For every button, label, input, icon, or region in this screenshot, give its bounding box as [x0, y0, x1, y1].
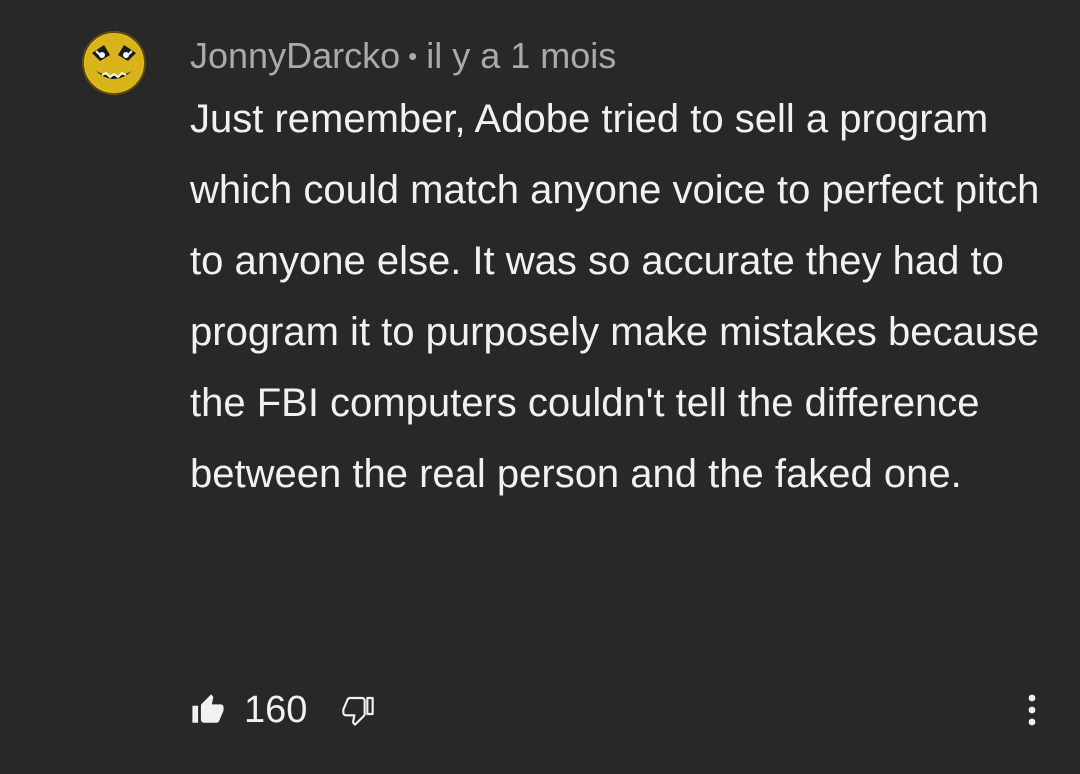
- like-count: 160: [244, 688, 308, 731]
- timestamp: il y a 1 mois: [426, 35, 617, 76]
- like-button[interactable]: 160: [190, 689, 341, 732]
- separator-dot: •: [408, 41, 418, 71]
- comment-header: JonnyDarcko • il y a 1 mois: [190, 34, 616, 78]
- avatar[interactable]: [82, 31, 146, 95]
- dislike-button[interactable]: [341, 694, 375, 726]
- comment-card: JonnyDarcko • il y a 1 mois Just remember,…: [0, 0, 1080, 774]
- thumbs-up-icon: [192, 694, 224, 723]
- smiley-face-avatar-icon: [82, 31, 146, 95]
- comment-text: Just remember, Adobe tried to sell a pro…: [190, 97, 1040, 496]
- comment-actions: 160: [190, 684, 375, 736]
- thumbs-down-icon: [342, 696, 375, 726]
- more-vert-icon: [1028, 694, 1036, 726]
- more-options-button[interactable]: [1014, 684, 1050, 736]
- author-name[interactable]: JonnyDarcko: [190, 35, 400, 76]
